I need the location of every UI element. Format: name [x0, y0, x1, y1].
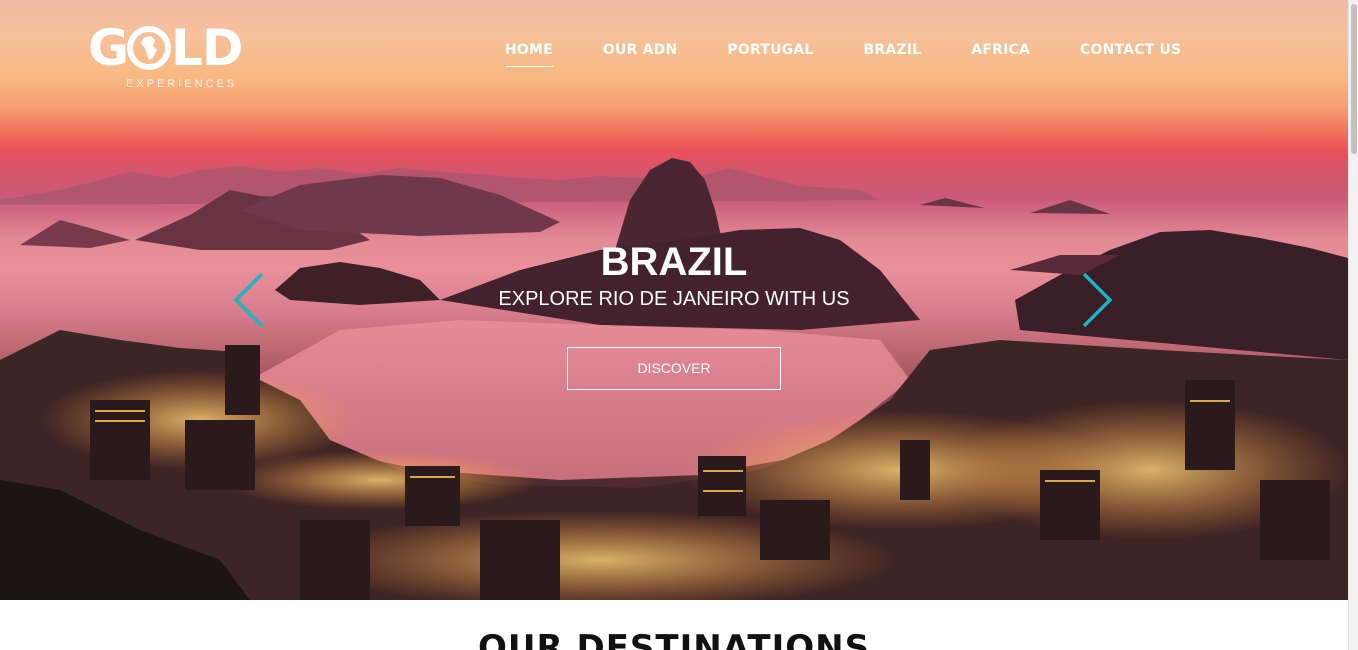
nav-brazil[interactable]: BRAZIL: [864, 42, 922, 67]
nav-our-adn[interactable]: OUR ADN: [603, 42, 678, 67]
scrollbar-thumb[interactable]: [1351, 4, 1357, 154]
main-navigation: HOME OUR ADN PORTUGAL BRAZIL AFRICA CONT…: [505, 42, 1231, 67]
brand-logo[interactable]: G LD EXPERIENCES: [88, 22, 258, 94]
nav-contact-us[interactable]: CONTACT US: [1080, 42, 1181, 67]
slide-title: BRAZIL: [600, 240, 748, 284]
slide-subtitle: EXPLORE RIO DE JANEIRO WITH US: [498, 288, 850, 310]
logo-tagline: EXPERIENCES: [126, 78, 238, 90]
destinations-heading: OUR DESTINATIONS: [477, 628, 871, 650]
nav-africa[interactable]: AFRICA: [971, 42, 1030, 67]
logo-letters-ld: LD: [171, 19, 243, 77]
discover-button[interactable]: DISCOVER: [567, 347, 781, 390]
globe-icon: [127, 26, 172, 70]
nav-home[interactable]: HOME: [505, 42, 553, 67]
hero-slider: G LD EXPERIENCES HOME OUR ADN PORTUGAL B…: [0, 0, 1348, 600]
page-scrollbar[interactable]: [1348, 0, 1358, 650]
nav-portugal[interactable]: PORTUGAL: [727, 42, 813, 67]
logo-letter-g: G: [88, 19, 129, 77]
